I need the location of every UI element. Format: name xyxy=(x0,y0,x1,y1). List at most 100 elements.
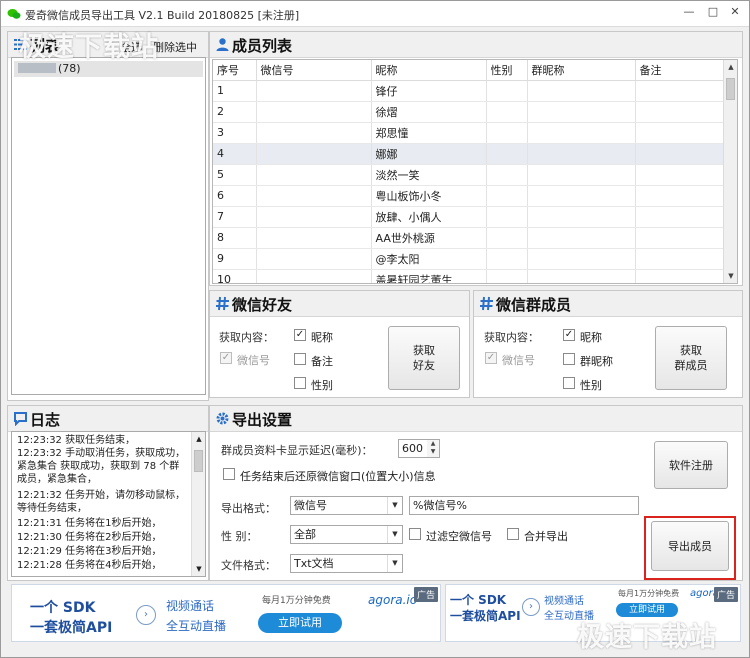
merge-export-checkbox[interactable] xyxy=(507,528,519,540)
log-list[interactable]: 12:23:32 获取任务结束， 12:23:32 手动取消任务，获取成功，紧急… xyxy=(11,431,206,577)
scroll-down-arrow-icon[interactable]: ▼ xyxy=(724,269,737,283)
cell-group-nickname xyxy=(527,248,636,270)
group-group-nickname-checkbox[interactable] xyxy=(563,353,575,365)
cell-no: 10 xyxy=(213,269,257,283)
scroll-up-arrow-icon[interactable]: ▲ xyxy=(192,432,205,446)
cell-no: 8 xyxy=(213,227,257,249)
friends-gender-label: 性别 xyxy=(311,379,333,392)
column-header-group-nickname[interactable]: 群昵称 xyxy=(527,60,636,81)
window-title: 爱奇微信成员导出工具 V2.1 Build 20180825 [未注册] xyxy=(25,9,300,22)
scroll-down-arrow-icon[interactable]: ▼ xyxy=(192,562,205,576)
stepper-up-icon[interactable]: ▲ xyxy=(427,440,439,448)
cell-nickname: 郑思憧 xyxy=(371,122,487,144)
export-format-select[interactable]: 微信号 ▼ xyxy=(290,496,403,515)
ad-headline-line2: 一套极简API xyxy=(450,609,521,623)
cell-nickname: 盖暑轩园艺董生 xyxy=(371,269,487,283)
cell-gender xyxy=(486,80,528,102)
column-header-wxid[interactable]: 微信号 xyxy=(256,60,372,81)
export-format-pattern-input[interactable]: %微信号% xyxy=(409,496,639,515)
cell-note xyxy=(635,227,726,249)
scroll-up-arrow-icon[interactable]: ▲ xyxy=(724,60,737,74)
merge-export-label: 合并导出 xyxy=(524,530,568,543)
restore-window-checkbox[interactable] xyxy=(223,468,235,480)
friends-nickname-checkbox[interactable]: ✓ xyxy=(294,329,306,341)
cell-note xyxy=(635,206,726,228)
chevron-down-icon: ▼ xyxy=(387,526,402,543)
column-header-gender[interactable]: 性别 xyxy=(486,60,528,81)
group-group-nickname-label: 群昵称 xyxy=(580,355,613,368)
cell-wxid xyxy=(256,248,372,270)
cell-gender xyxy=(486,248,528,270)
fetch-friends-button[interactable]: 获取 好友 xyxy=(388,326,460,390)
column-header-note[interactable]: 备注 xyxy=(635,60,726,81)
maximize-button[interactable]: □ xyxy=(703,5,723,21)
cell-nickname: 娜娜 xyxy=(371,143,487,165)
log-line: 12:23:32 手动取消任务，获取成功，紧急集合 获取成功，获取到 78 个群… xyxy=(17,448,186,485)
cell-note xyxy=(635,80,726,102)
log-line: 12:21:30 任务将在2秒后开始， xyxy=(17,532,162,543)
gender-filter-label: 性 别： xyxy=(221,530,258,543)
friends-note-checkbox[interactable] xyxy=(294,353,306,365)
ad-banner-left[interactable]: 一个 SDK 一套极简API › 视频通话 全互动直播 每月1万分钟免费 立即试… xyxy=(11,584,441,642)
column-header-no[interactable]: 序号 xyxy=(213,60,257,81)
table-row[interactable]: 8 AA世外桃源 xyxy=(213,227,726,249)
table-row[interactable]: 1 锋仔 xyxy=(213,80,726,102)
export-settings-title: 导出设置 xyxy=(232,411,293,429)
friends-gender-checkbox[interactable] xyxy=(294,377,306,389)
chevron-down-icon: ▼ xyxy=(387,555,402,572)
log-scrollbar[interactable]: ▲ ▼ xyxy=(191,432,205,576)
members-table[interactable]: 序号 微信号 昵称 性别 群昵称 备注 1 锋仔 2 徐熠 3 郑思憧 4 娜娜 5 淡然一笑 6 粤… xyxy=(212,59,738,284)
delete-selected-link[interactable]: 删除选中 xyxy=(153,39,197,55)
redacted-group-name xyxy=(18,63,56,73)
hash-icon xyxy=(216,296,229,311)
cell-note xyxy=(635,143,726,165)
app-window: 爱奇微信成员导出工具 V2.1 Build 20180825 [未注册] — □… xyxy=(0,0,750,658)
filter-empty-wxid-checkbox[interactable] xyxy=(409,528,421,540)
members-table-scrollbar[interactable]: ▲ ▼ xyxy=(723,60,737,283)
friends-panel-header: 微信好友 xyxy=(210,291,469,317)
column-header-nickname[interactable]: 昵称 xyxy=(371,60,487,81)
group-list[interactable]: (78) xyxy=(11,57,206,395)
minimize-button[interactable]: — xyxy=(679,5,699,21)
scroll-thumb[interactable] xyxy=(194,450,203,472)
cell-gender xyxy=(486,101,528,123)
fetch-group-members-button[interactable]: 获取 群成员 xyxy=(655,326,727,390)
ad-try-now-button[interactable]: 立即试用 xyxy=(258,613,342,633)
table-row[interactable]: 9 @李太阳 xyxy=(213,248,726,270)
file-format-select[interactable]: Txt文档 ▼ xyxy=(290,554,403,573)
file-format-label: 文件格式： xyxy=(221,559,276,572)
cell-nickname: AA世外桃源 xyxy=(371,227,487,249)
table-row[interactable]: 3 郑思憧 xyxy=(213,122,726,144)
gender-filter-select[interactable]: 全部 ▼ xyxy=(290,525,403,544)
cell-no: 9 xyxy=(213,248,257,270)
ad-headline-line2: 一套极简API xyxy=(30,620,113,636)
delay-stepper[interactable]: ▲ ▼ xyxy=(427,439,440,458)
export-format-label: 导出格式： xyxy=(221,502,276,515)
user-icon xyxy=(216,38,229,51)
software-register-button[interactable]: 软件注册 xyxy=(654,441,728,489)
friends-wxid-checkbox: ✓ xyxy=(220,352,232,364)
stepper-down-icon[interactable]: ▼ xyxy=(427,448,439,456)
group-nickname-checkbox[interactable]: ✓ xyxy=(563,329,575,341)
ad-promo-text: 每月1万分钟免费 xyxy=(618,589,680,598)
cell-gender xyxy=(486,206,528,228)
wechat-icon xyxy=(7,9,21,19)
group-gender-checkbox[interactable] xyxy=(563,377,575,389)
table-row[interactable]: 6 粤山板饰小冬 xyxy=(213,185,726,207)
ad-tag: 广告 xyxy=(413,587,438,602)
scroll-thumb[interactable] xyxy=(726,78,735,100)
close-button[interactable]: ✕ xyxy=(725,5,745,21)
cell-nickname: 放肆、小偶人 xyxy=(371,206,487,228)
cell-wxid xyxy=(256,164,372,186)
table-row[interactable]: 2 徐熠 xyxy=(213,101,726,123)
table-row[interactable]: 4 娜娜 xyxy=(213,143,726,165)
cell-group-nickname xyxy=(527,227,636,249)
friends-fetch-label: 获取内容： xyxy=(219,331,274,344)
cell-group-nickname xyxy=(527,164,636,186)
group-members-panel: 微信群成员 获取内容： ✓ 微信号 ✓ 昵称 群昵称 性别 获取 群成员 xyxy=(473,290,743,398)
delay-input[interactable]: 600 xyxy=(398,439,428,458)
table-row[interactable]: 10 盖暑轩园艺董生 xyxy=(213,269,726,283)
table-header-row: 序号 微信号 昵称 性别 群昵称 备注 xyxy=(213,60,726,81)
table-row[interactable]: 7 放肆、小偶人 xyxy=(213,206,726,228)
table-row[interactable]: 5 淡然一笑 xyxy=(213,164,726,186)
